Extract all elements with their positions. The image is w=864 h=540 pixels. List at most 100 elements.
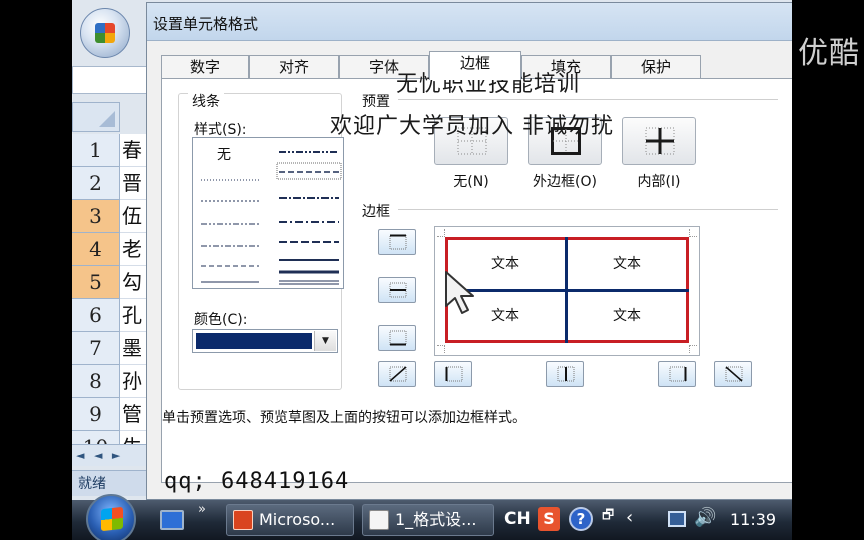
border-bottom-icon <box>389 330 407 346</box>
line-style-list[interactable]: 无 <box>192 137 344 289</box>
select-all-corner[interactable] <box>72 102 120 132</box>
line-style-options[interactable] <box>193 138 343 288</box>
border-left-icon <box>445 366 463 382</box>
tab-border[interactable]: 边框 <box>429 51 521 80</box>
video-watermark-logo: 优酷 <box>798 36 860 71</box>
hint-text: 单击预置选项、预览草图及上面的按钮可以添加边框样式。 <box>162 410 526 426</box>
color-label: 颜色(C): <box>194 312 248 328</box>
language-indicator[interactable]: CH <box>504 509 531 529</box>
border-center-icon <box>557 366 575 382</box>
table-cell[interactable]: 晋 <box>120 167 148 200</box>
border-right-button[interactable] <box>658 361 696 387</box>
name-box[interactable] <box>72 66 152 94</box>
row-header[interactable]: 7 <box>72 332 120 365</box>
preview-text-top-left: 文本 <box>491 256 519 272</box>
row-header[interactable]: 9 <box>72 398 120 431</box>
office-button[interactable] <box>80 8 130 58</box>
style-label: 样式(S): <box>194 122 247 138</box>
mouse-pointer-icon <box>445 271 474 314</box>
row-headers: 12345678910 <box>72 134 120 464</box>
table-cell[interactable]: 孙 <box>120 365 148 398</box>
status-bar: 就绪 <box>72 470 148 496</box>
table-cell[interactable]: 墨 <box>120 332 148 365</box>
border-center-button[interactable] <box>546 361 584 387</box>
row-header[interactable]: 5 <box>72 266 120 299</box>
screen: 12345678910 春晋伍老勾孔墨孙管牛 ◄ ◄ ► 就绪 设置单元格格式 … <box>72 0 792 540</box>
border-top-button[interactable] <box>378 229 416 255</box>
help-icon[interactable]: ? <box>569 507 593 531</box>
table-cell[interactable]: 老 <box>120 233 148 266</box>
notes-icon <box>369 510 389 530</box>
preview-text-bottom-right: 文本 <box>613 308 641 324</box>
border-diagonal-up-button[interactable] <box>378 361 416 387</box>
row-header[interactable]: 6 <box>72 299 120 332</box>
show-desktop-icon[interactable] <box>160 510 184 530</box>
border-right-icon <box>669 366 687 382</box>
tab-protection[interactable]: 保护 <box>611 55 701 79</box>
table-cell[interactable]: 管 <box>120 398 148 431</box>
table-cell[interactable]: 伍 <box>120 200 148 233</box>
table-cell[interactable]: 孔 <box>120 299 148 332</box>
sheet-nav-buttons[interactable]: ◄ ◄ ► <box>72 444 148 466</box>
diagonal-down-icon <box>725 366 743 382</box>
diagonal-up-icon <box>389 366 407 382</box>
color-swatch <box>196 333 312 349</box>
preset-inside-icon <box>645 127 675 155</box>
preset-none-label: 无(N) <box>453 174 489 190</box>
task-excel-label: Microso... <box>259 510 336 529</box>
border-middle-icon <box>389 282 407 298</box>
quick-launch-more[interactable]: » <box>198 502 206 517</box>
row-header[interactable]: 3 <box>72 200 120 233</box>
office-logo-icon <box>95 23 115 43</box>
preview-text-bottom-left: 文本 <box>491 308 519 324</box>
qq-watermark: qq; 648419164 <box>164 469 350 494</box>
windows-logo-icon <box>101 506 123 532</box>
task-notes-label: 1_格式设... <box>395 510 477 529</box>
task-notes[interactable]: 1_格式设... <box>362 504 494 536</box>
preset-outline-label: 外边框(O) <box>533 174 597 190</box>
taskbar: » Microso... 1_格式设... CH S ? 🗗 ‹ 🔊 11:39 <box>72 494 792 540</box>
clock[interactable]: 11:39 <box>730 510 776 529</box>
volume-icon[interactable]: 🔊 <box>694 507 716 528</box>
border-diagonal-down-button[interactable] <box>714 361 752 387</box>
preview-corner-mark <box>689 229 697 237</box>
row-header[interactable]: 4 <box>72 233 120 266</box>
preview-inner-horizontal-border <box>445 289 689 292</box>
format-cells-dialog: 设置单元格格式 数字 对齐 字体 边框 填充 保护 线条 样式(S): 无 颜色… <box>146 2 792 500</box>
chevron-down-icon[interactable]: ▼ <box>314 331 336 351</box>
border-left-button[interactable] <box>434 361 472 387</box>
network-icon[interactable] <box>668 511 686 527</box>
preview-corner-mark <box>437 345 445 353</box>
preset-separator <box>398 99 778 100</box>
excel-icon <box>233 510 253 530</box>
ime-icon[interactable]: S <box>538 507 560 531</box>
preview-corner-mark <box>437 229 445 237</box>
border-separator <box>398 209 778 210</box>
table-cell[interactable]: 勾 <box>120 266 148 299</box>
row-header[interactable]: 1 <box>72 134 120 167</box>
table-cell[interactable]: 春 <box>120 134 148 167</box>
status-text: 就绪 <box>78 476 106 492</box>
tab-alignment[interactable]: 对齐 <box>249 55 339 79</box>
preset-inside-label: 内部(I) <box>637 174 681 190</box>
preview-corner-mark <box>689 345 697 353</box>
border-top-icon <box>389 234 407 250</box>
dialog-title: 设置单元格格式 <box>153 15 259 33</box>
column-a-cells: 春晋伍老勾孔墨孙管牛 <box>120 134 148 464</box>
task-excel[interactable]: Microso... <box>226 504 354 536</box>
preview-text-top-right: 文本 <box>613 256 641 272</box>
border-bottom-button[interactable] <box>378 325 416 351</box>
line-group-title: 线条 <box>188 91 224 111</box>
dialog-titlebar[interactable]: 设置单元格格式 <box>147 3 792 41</box>
row-header[interactable]: 2 <box>72 167 120 200</box>
border-middle-button[interactable] <box>378 277 416 303</box>
color-select[interactable]: ▼ <box>192 329 338 353</box>
language-bar-options-icon[interactable]: 🗗 <box>602 506 614 528</box>
row-header[interactable]: 8 <box>72 365 120 398</box>
watermark-line-2: 欢迎广大学员加入 非诚勿扰 <box>330 114 614 139</box>
tab-number[interactable]: 数字 <box>161 55 249 79</box>
tray-expand-icon[interactable]: ‹ <box>626 507 633 528</box>
preset-inside-button[interactable] <box>622 117 696 165</box>
border-title: 边框 <box>362 204 390 220</box>
start-button[interactable] <box>86 494 136 540</box>
